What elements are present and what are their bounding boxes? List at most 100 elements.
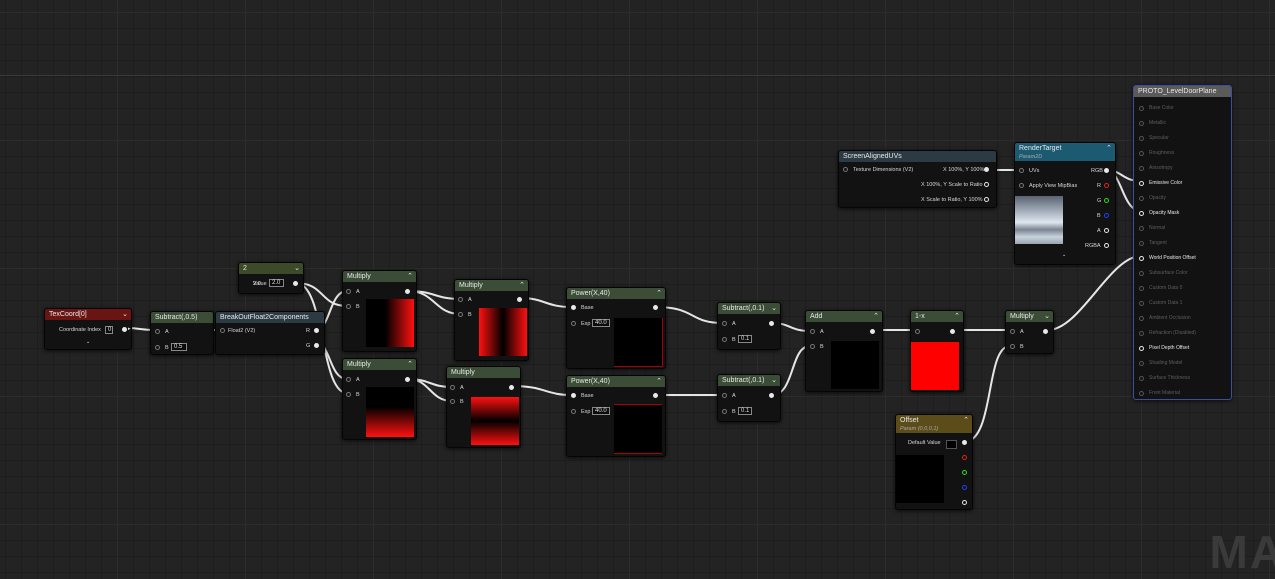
- input-pin[interactable]: [1139, 121, 1144, 126]
- input-pin[interactable]: [1139, 271, 1144, 276]
- input-pin[interactable]: [1139, 226, 1144, 231]
- material-input-row[interactable]: Tangent: [1139, 240, 1167, 246]
- input-pin-a[interactable]: [458, 297, 463, 302]
- multiply-node[interactable]: Multiply ⌄ A B: [1005, 310, 1054, 354]
- material-input-row[interactable]: Ambient Occlusion: [1139, 315, 1191, 321]
- material-input-row[interactable]: World Position Offset: [1139, 255, 1196, 261]
- input-pin-exp[interactable]: [571, 321, 576, 326]
- expand-chevron-icon[interactable]: ⌄: [86, 339, 90, 345]
- breakout-node[interactable]: BreakOutFloat2Components Float2 (V2) R G: [215, 311, 325, 355]
- input-pin-b[interactable]: [155, 345, 160, 350]
- input-pin[interactable]: [915, 329, 920, 334]
- material-input-row[interactable]: Front Material: [1139, 390, 1180, 396]
- input-pin[interactable]: [1139, 166, 1144, 171]
- input-pin-a[interactable]: [346, 289, 351, 294]
- expand-chevron-icon[interactable]: ⌄: [1062, 252, 1066, 258]
- render-target-node[interactable]: RenderTarget ⌃ Param2D UVs Apply View MipB…: [1014, 142, 1116, 265]
- material-input-row[interactable]: Opacity: [1139, 195, 1166, 201]
- chevron-down-icon[interactable]: ⌄: [122, 309, 128, 320]
- output-pin-3[interactable]: [984, 197, 989, 202]
- material-input-row[interactable]: Anisotropy: [1139, 165, 1173, 171]
- input-pin[interactable]: [1139, 241, 1144, 246]
- material-input-row[interactable]: Normal: [1139, 225, 1165, 231]
- power-node[interactable]: Power(X,40) ⌃ Base Exp 40.0: [566, 287, 666, 369]
- add-node[interactable]: Add ⌃ A B: [805, 310, 883, 392]
- input-pin[interactable]: [1139, 196, 1144, 201]
- chevron-down-icon[interactable]: ⌄: [294, 263, 300, 274]
- multiply-node[interactable]: Multiply A B: [446, 366, 521, 448]
- chevron-down-icon[interactable]: ⌄: [771, 303, 777, 314]
- output-pin-1[interactable]: [984, 167, 989, 172]
- material-input-row[interactable]: Emissive Color: [1139, 180, 1182, 186]
- power-node[interactable]: Power(X,40) ⌃ Base Exp 40.0: [566, 375, 666, 457]
- material-input-row[interactable]: Surface Thickness: [1139, 375, 1190, 381]
- input-pin[interactable]: [1139, 151, 1144, 156]
- material-input-row[interactable]: Pixel Depth Offset: [1139, 345, 1189, 351]
- coordinate-index-input[interactable]: 0: [105, 326, 113, 334]
- input-pin-base[interactable]: [571, 393, 576, 398]
- input-pin[interactable]: [1139, 361, 1144, 366]
- input-pin-b[interactable]: [346, 392, 351, 397]
- offset-param-node[interactable]: Offset ⌃ Param (0,0,0,1) Default Value: [895, 414, 973, 510]
- chevron-up-icon[interactable]: ⌃: [656, 288, 662, 299]
- input-pin-a[interactable]: [155, 329, 160, 334]
- b-value-input[interactable]: 0.5: [171, 343, 187, 351]
- input-pin[interactable]: [1139, 346, 1144, 351]
- input-pin[interactable]: [1139, 391, 1144, 396]
- input-pin-a[interactable]: [722, 393, 727, 398]
- input-pin[interactable]: [1139, 256, 1144, 261]
- input-pin-b[interactable]: [1010, 344, 1015, 349]
- chevron-up-icon[interactable]: ⌃: [873, 311, 879, 322]
- oneminus-node[interactable]: 1-x ⌃: [910, 310, 964, 392]
- input-pin[interactable]: [220, 328, 225, 333]
- input-pin[interactable]: [843, 167, 848, 172]
- input-pin[interactable]: [1139, 301, 1144, 306]
- input-pin-b[interactable]: [722, 337, 727, 342]
- output-pin-g[interactable]: [314, 343, 319, 348]
- output-pin-b[interactable]: [962, 485, 967, 490]
- material-output-node[interactable]: PROTO_LevelDoorPlane Base Color Metallic S…: [1133, 85, 1232, 400]
- output-pin-b[interactable]: [1104, 213, 1109, 218]
- input-pin-base[interactable]: [571, 305, 576, 310]
- input-pin-mip[interactable]: [1019, 183, 1024, 188]
- subtract-node[interactable]: Subtract(,0.1) ⌄ A B 0.1: [717, 302, 781, 350]
- exp-value-input[interactable]: 40.0: [592, 319, 610, 327]
- chevron-up-icon[interactable]: ⌃: [1106, 143, 1112, 154]
- output-pin-rgba[interactable]: [1104, 243, 1109, 248]
- subtract-node[interactable]: Subtract(,0.1) ⌄ A B 0.1: [717, 374, 781, 422]
- chevron-up-icon[interactable]: ⌃: [407, 359, 413, 370]
- input-pin-a[interactable]: [810, 329, 815, 334]
- input-pin-a[interactable]: [1010, 329, 1015, 334]
- output-pin[interactable]: [293, 281, 298, 286]
- input-pin[interactable]: [1139, 136, 1144, 141]
- chevron-down-icon[interactable]: ⌄: [771, 375, 777, 386]
- material-input-row[interactable]: Base Color: [1139, 105, 1174, 111]
- b-value-input[interactable]: 0.1: [738, 407, 752, 415]
- output-pin-rgba[interactable]: [962, 440, 967, 445]
- input-pin[interactable]: [1139, 286, 1144, 291]
- chevron-up-icon[interactable]: ⌃: [954, 311, 960, 322]
- output-pin-r[interactable]: [1104, 183, 1109, 188]
- output-pin[interactable]: [405, 289, 410, 294]
- input-pin-b[interactable]: [458, 312, 463, 317]
- input-pin[interactable]: [1139, 181, 1144, 186]
- material-input-row[interactable]: Refraction (Disabled): [1139, 330, 1196, 336]
- constant-node[interactable]: 2 ⌄ 2.0 Value 2.0: [238, 262, 304, 294]
- input-pin[interactable]: [1139, 376, 1144, 381]
- output-pin-r[interactable]: [962, 455, 967, 460]
- material-input-row[interactable]: Metallic: [1139, 120, 1166, 126]
- output-pin-g[interactable]: [1104, 198, 1109, 203]
- output-pin[interactable]: [653, 305, 658, 310]
- material-input-row[interactable]: Specular: [1139, 135, 1169, 141]
- multiply-node[interactable]: Multiply ⌃ A B: [342, 358, 417, 440]
- output-pin[interactable]: [769, 321, 774, 326]
- b-value-input[interactable]: 0.1: [738, 335, 752, 343]
- input-pin-a[interactable]: [722, 321, 727, 326]
- subtract-node[interactable]: Subtract(,0.5) A B 0.5: [150, 311, 214, 355]
- chevron-up-icon[interactable]: ⌃: [963, 415, 969, 426]
- output-pin[interactable]: [870, 329, 875, 334]
- material-input-row[interactable]: Subsurface Color: [1139, 270, 1188, 276]
- chevron-up-icon[interactable]: ⌃: [656, 376, 662, 387]
- output-pin-2[interactable]: [984, 182, 989, 187]
- input-pin-b[interactable]: [722, 409, 727, 414]
